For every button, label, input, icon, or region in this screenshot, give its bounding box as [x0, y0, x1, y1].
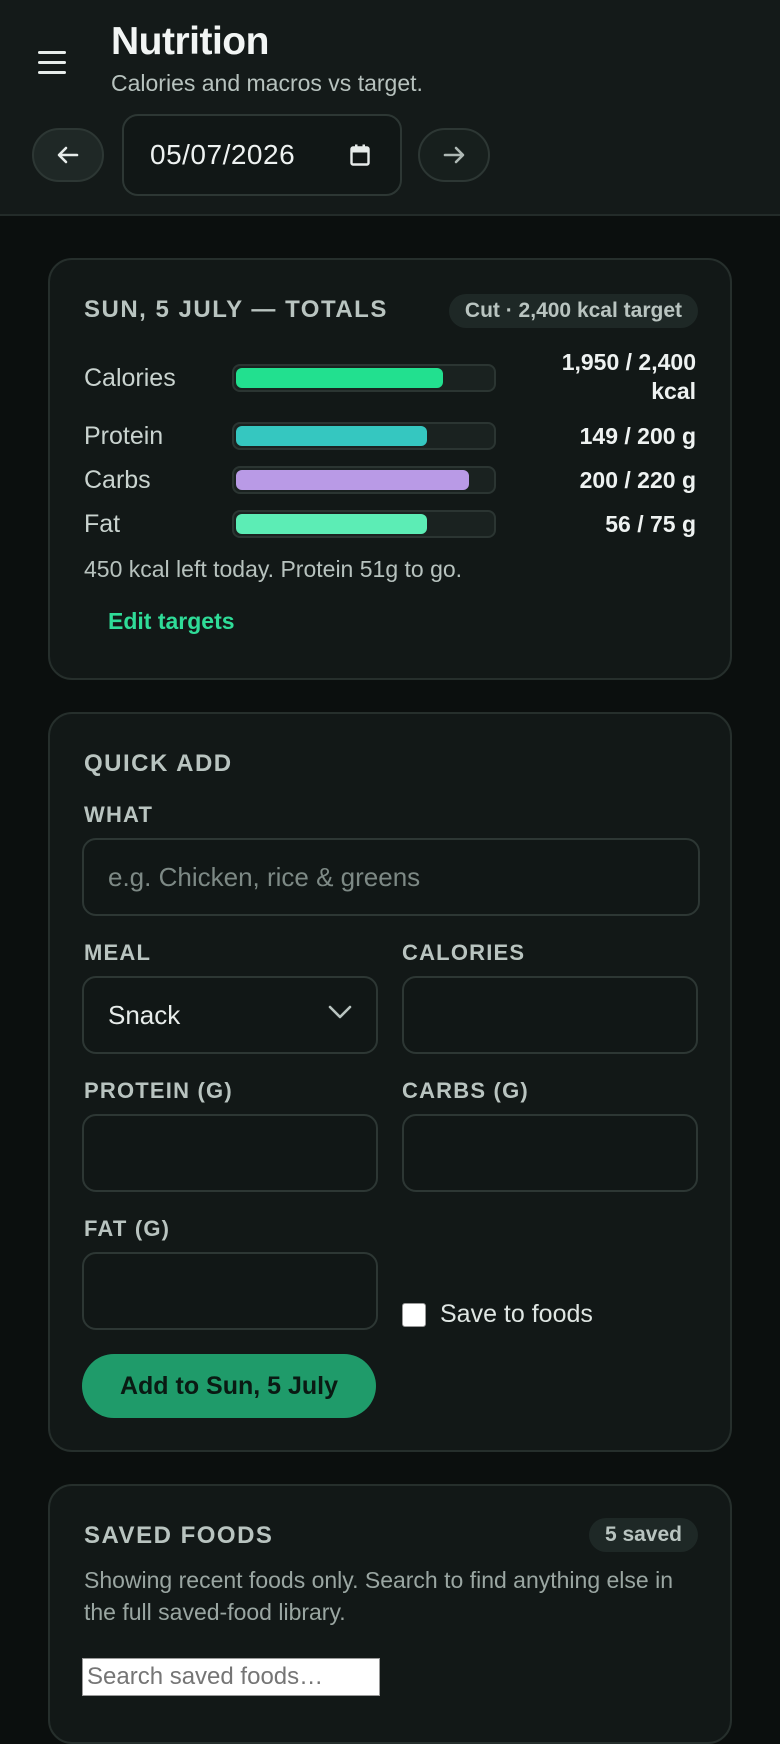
date-value: 05/07/2026: [150, 139, 296, 170]
saved-foods-description: Showing recent foods only. Search to fin…: [84, 1567, 673, 1625]
fat-field-label: FAT (G): [84, 1216, 171, 1241]
protein-progress-fill: [236, 426, 427, 446]
protein-field-label: PROTEIN (G): [84, 1078, 233, 1103]
app-header: Nutrition Calories and macros vs target.…: [0, 0, 780, 216]
calories-input[interactable]: [402, 976, 698, 1054]
calories-value: 1,950 / 2,400 kcal: [562, 348, 696, 406]
calories-field-label: CALORIES: [402, 940, 526, 965]
page-subtitle: Calories and macros vs target.: [111, 70, 423, 96]
save-to-foods-checkbox[interactable]: [402, 1302, 426, 1327]
fat-progress-bar: [232, 510, 496, 538]
fat-input[interactable]: [82, 1252, 378, 1330]
carbs-input[interactable]: [402, 1114, 698, 1192]
totals-heading: SUN, 5 JULY — TOTALS: [84, 296, 388, 323]
meal-label: MEAL: [84, 940, 152, 965]
fat-label: Fat: [84, 510, 121, 538]
protein-input[interactable]: [82, 1114, 378, 1192]
plan-badge: Cut · 2,400 kcal target: [448, 294, 698, 328]
fat-value: 56 / 75 g: [605, 511, 696, 537]
carbs-progress-fill: [236, 470, 469, 490]
what-label: WHAT: [84, 802, 154, 827]
remaining-summary: 450 kcal left today. Protein 51g to go.: [84, 556, 463, 582]
save-to-foods-label: Save to foods: [440, 1300, 593, 1328]
calories-progress-fill: [236, 368, 443, 388]
protein-value: 149 / 200 g: [579, 423, 696, 449]
calories-progress-bar: [232, 364, 496, 392]
next-day-button[interactable]: [418, 128, 490, 182]
quick-add-card: QUICK ADD WHAT MEAL Snack CALORIES PROTE…: [48, 712, 732, 1452]
saved-foods-search-input[interactable]: [82, 1658, 380, 1696]
calories-value-amount: 1,950 / 2,400: [561, 349, 696, 375]
add-entry-button[interactable]: Add to Sun, 5 July: [82, 1354, 376, 1418]
arrow-right-icon: [443, 146, 465, 164]
carbs-label: Carbs: [84, 466, 151, 494]
saved-count-badge: 5 saved: [588, 1518, 698, 1552]
saved-foods-card: SAVED FOODS 5 saved Showing recent foods…: [48, 1484, 732, 1744]
date-input[interactable]: 05/07/2026: [122, 114, 402, 196]
carbs-progress-bar: [232, 466, 496, 494]
calendar-icon[interactable]: [350, 144, 370, 166]
quick-add-heading: QUICK ADD: [84, 750, 233, 777]
daily-totals-card: SUN, 5 JULY — TOTALS Cut · 2,400 kcal ta…: [48, 258, 732, 680]
meal-select[interactable]: Snack: [82, 976, 378, 1054]
protein-progress-bar: [232, 422, 496, 450]
what-input[interactable]: [82, 838, 700, 916]
save-to-foods-toggle[interactable]: Save to foods: [402, 1300, 593, 1329]
calories-value-unit: kcal: [651, 378, 696, 404]
meal-select-value: Snack: [108, 999, 181, 1030]
protein-label: Protein: [84, 422, 164, 450]
previous-day-button[interactable]: [32, 128, 104, 182]
saved-foods-heading: SAVED FOODS: [84, 1522, 274, 1549]
carbs-value: 200 / 220 g: [579, 467, 696, 493]
chevron-down-icon: [328, 1005, 352, 1019]
edit-targets-link[interactable]: Edit targets: [108, 608, 235, 635]
carbs-field-label: CARBS (G): [402, 1078, 529, 1103]
fat-progress-fill: [236, 514, 427, 534]
arrow-left-icon: [57, 146, 79, 164]
menu-icon[interactable]: [30, 40, 74, 84]
calories-label: Calories: [84, 364, 176, 392]
page-title: Nutrition: [111, 20, 269, 63]
